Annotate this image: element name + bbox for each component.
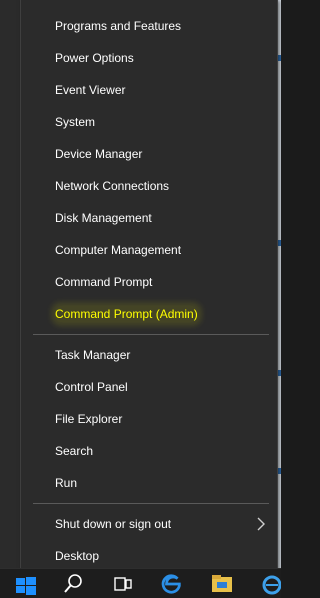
menu-item-label: Command Prompt — [55, 275, 153, 289]
search-icon[interactable] — [62, 573, 84, 595]
menu-item-label: Computer Management — [55, 243, 182, 257]
menu-item-label: Shut down or sign out — [55, 517, 172, 531]
desktop-background — [278, 0, 281, 568]
menu-item-label: Task Manager — [55, 348, 131, 362]
menu-item-search[interactable]: Search — [22, 435, 276, 467]
menu-item-label: Programs and Features — [55, 19, 182, 33]
edge-icon[interactable] — [160, 573, 184, 595]
menu-item-shut-down-or-sign-out[interactable]: Shut down or sign out — [22, 508, 276, 540]
menu-item-label: Power Options — [55, 51, 134, 65]
menu-item-disk-management[interactable]: Disk Management — [22, 202, 276, 234]
task-view-icon[interactable] — [112, 573, 134, 595]
windows-start-icon[interactable] — [16, 575, 36, 597]
taskbar — [0, 568, 281, 598]
menu-item-task-manager[interactable]: Task Manager — [22, 339, 276, 371]
menu-item-control-panel[interactable]: Control Panel — [22, 371, 276, 403]
chevron-right-icon — [257, 517, 265, 531]
screen: Programs and Features Power Options Even… — [0, 0, 281, 598]
menu-item-label: Run — [55, 476, 78, 490]
menu-item-label: Control Panel — [55, 380, 128, 394]
menu-item-label: Command Prompt (Admin) — [55, 306, 198, 322]
ie-icon[interactable] — [262, 573, 281, 595]
menu-item-event-viewer[interactable]: Event Viewer — [22, 74, 276, 106]
menu-item-network-connections[interactable]: Network Connections — [22, 170, 276, 202]
menu-separator — [33, 503, 269, 504]
file-explorer-icon[interactable] — [210, 573, 234, 595]
menu-item-system[interactable]: System — [22, 106, 276, 138]
desktop-icon-fragment — [278, 468, 281, 474]
menu-item-file-explorer[interactable]: File Explorer — [22, 403, 276, 435]
menu-item-label: Desktop — [55, 549, 100, 563]
menu-item-label: Device Manager — [55, 147, 143, 161]
menu-item-command-prompt-admin[interactable]: Command Prompt (Admin) — [22, 298, 276, 330]
desktop-icon-fragment — [278, 370, 281, 376]
menu-item-label: Network Connections — [55, 179, 170, 193]
menu-item-device-manager[interactable]: Device Manager — [22, 138, 276, 170]
menu-item-programs-and-features[interactable]: Programs and Features — [22, 10, 276, 42]
desktop-icon-fragment — [278, 55, 281, 61]
desktop-icon-fragment — [278, 240, 281, 246]
menu-item-label: System — [55, 115, 96, 129]
menu-item-label: File Explorer — [55, 412, 123, 426]
menu-item-label: Disk Management — [55, 211, 152, 225]
menu-item-computer-management[interactable]: Computer Management — [22, 234, 276, 266]
menu-separator — [33, 334, 269, 335]
menu-item-label: Event Viewer — [55, 83, 126, 97]
menu-item-label: Search — [55, 444, 94, 458]
menu-item-run[interactable]: Run — [22, 467, 276, 499]
menu-item-command-prompt[interactable]: Command Prompt — [22, 266, 276, 298]
menu-item-power-options[interactable]: Power Options — [22, 42, 276, 74]
power-user-menu: Programs and Features Power Options Even… — [20, 0, 278, 578]
